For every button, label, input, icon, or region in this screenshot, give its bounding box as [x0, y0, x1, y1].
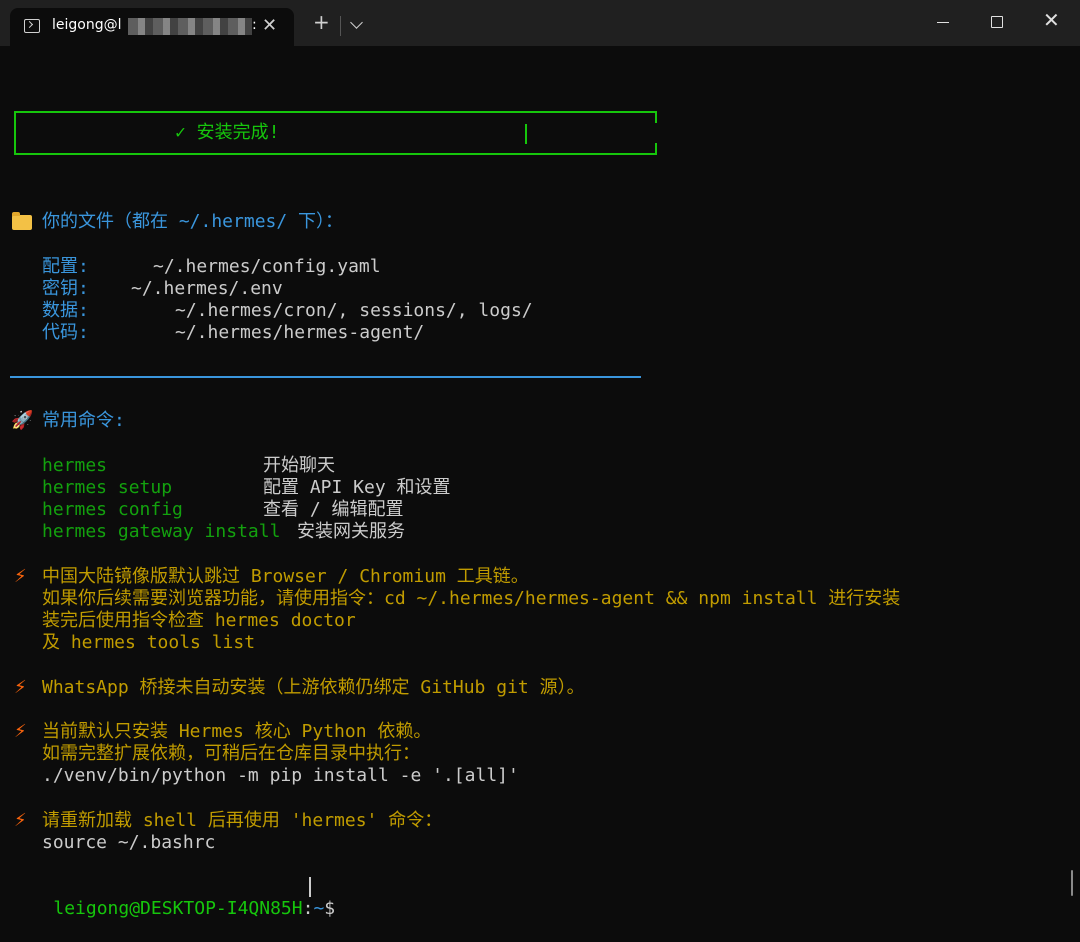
command-name: hermes setup	[42, 477, 173, 498]
rocket-icon: 🚀	[11, 410, 34, 431]
note-line: 及 hermes tools list	[42, 632, 256, 653]
new-tab-button[interactable]: +	[313, 12, 330, 32]
section-divider	[10, 376, 641, 378]
command-name: hermes gateway install	[42, 521, 281, 542]
tab-title: leigong@l	[52, 17, 122, 33]
file-path: ~/.hermes/.env	[131, 278, 283, 299]
file-path: ~/.hermes/cron/, sessions/, logs/	[175, 300, 533, 321]
install-complete-banner	[14, 111, 658, 155]
note-command: ./venv/bin/python -m pip install -e '.[a…	[42, 765, 519, 786]
close-tab-icon[interactable]: ✕	[262, 15, 277, 36]
file-label: 代码:	[42, 322, 89, 343]
prompt-path: ~	[313, 898, 325, 919]
note-line: 中国大陆镜像版默认跳过 Browser / Chromium 工具链。	[42, 566, 529, 587]
tab-title-suffix: :	[252, 17, 257, 33]
file-label: 配置:	[42, 256, 89, 277]
prompt-symbol: $	[324, 898, 336, 919]
note-line: 装完后使用指令检查 hermes doctor	[42, 610, 356, 631]
title-bar: leigong@l : ✕ + ✕	[0, 0, 1080, 46]
redacted-hostname	[128, 18, 252, 35]
tab-divider	[340, 16, 341, 36]
note-command: source ~/.bashrc	[42, 832, 216, 853]
prompt-user: leigong@DESKTOP-I4QN85H	[53, 898, 303, 919]
command-desc: 开始聊天	[263, 455, 335, 476]
note-line: 当前默认只安装 Hermes 核心 Python 依赖。	[42, 721, 432, 742]
chevron-down-icon[interactable]	[350, 16, 363, 29]
file-path: ~/.hermes/config.yaml	[153, 256, 381, 277]
note-line: 如果你后续需要浏览器功能，请使用指令：cd ~/.hermes/hermes-a…	[42, 588, 901, 609]
note-line: 请重新加载 shell 后再使用 'hermes' 命令：	[42, 810, 443, 831]
lightning-icon: ⚡	[14, 810, 27, 831]
lightning-icon: ⚡	[14, 721, 27, 742]
terminal-tab[interactable]: leigong@l : ✕	[10, 8, 294, 46]
file-path: ~/.hermes/hermes-agent/	[175, 322, 425, 343]
banner-text: ✓ 安装完成!	[175, 122, 280, 143]
command-desc: 查看 / 编辑配置	[263, 499, 404, 520]
banner-gap	[654, 123, 658, 143]
note-line: 如需完整扩展依赖，可稍后在仓库目录中执行：	[42, 743, 420, 764]
folder-icon	[12, 212, 32, 230]
terminal-icon	[24, 19, 40, 33]
commands-header: 常用命令:	[42, 410, 125, 431]
command-name: hermes	[42, 455, 108, 476]
note-line: WhatsApp 桥接未自动安装（上游依赖仍绑定 GitHub git 源）。	[42, 677, 585, 698]
command-name: hermes config	[42, 499, 183, 520]
banner-bar	[525, 124, 527, 144]
files-header: 你的文件（都在 ~/.hermes/ 下）：	[42, 211, 344, 232]
lightning-icon: ⚡	[14, 566, 27, 587]
command-desc: 安装网关服务	[297, 521, 405, 542]
scrollbar[interactable]	[1071, 870, 1073, 896]
file-label: 密钥:	[42, 278, 89, 299]
maximize-button[interactable]	[991, 16, 1003, 28]
file-label: 数据:	[42, 300, 89, 321]
lightning-icon: ⚡	[14, 677, 27, 698]
close-window-button[interactable]: ✕	[1043, 10, 1060, 30]
command-desc: 配置 API Key 和设置	[263, 477, 451, 498]
minimize-button[interactable]	[937, 22, 949, 24]
prompt-separator: :	[302, 898, 314, 919]
text-cursor	[309, 877, 311, 897]
shell-prompt[interactable]: leigong@DESKTOP-I4QN85H:~$	[10, 876, 335, 942]
